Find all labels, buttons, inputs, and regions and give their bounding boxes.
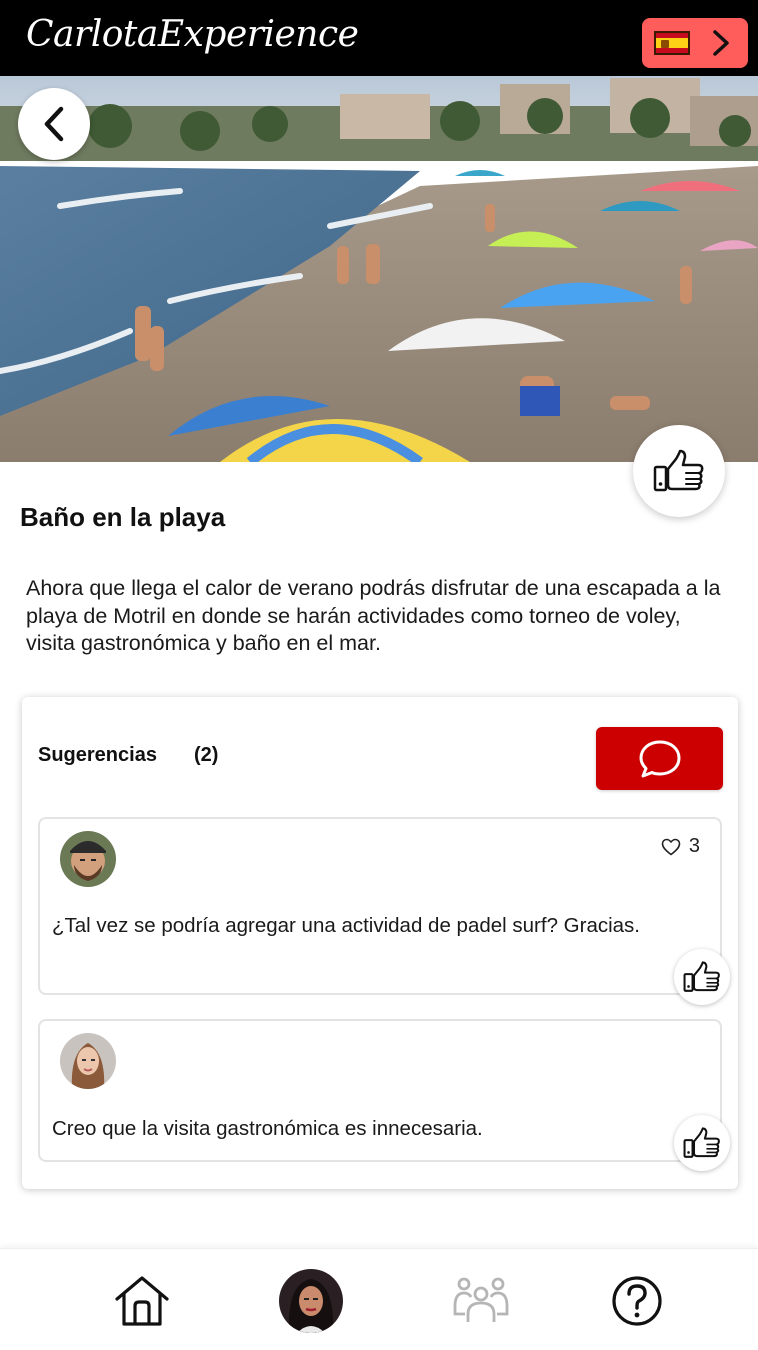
thumbs-up-icon xyxy=(683,961,720,992)
suggestion-text: Creo que la visita gastronómica es innec… xyxy=(52,1117,483,1140)
avatar[interactable] xyxy=(60,831,116,887)
avatar xyxy=(279,1269,343,1333)
thumbs-up-icon xyxy=(683,1127,720,1158)
top-header: CarlotaExperience xyxy=(0,0,758,76)
like-activity-button[interactable] xyxy=(633,425,725,517)
bottom-navigation xyxy=(0,1248,758,1350)
like-suggestion-button[interactable] xyxy=(674,949,730,1005)
nav-help-button[interactable] xyxy=(605,1269,669,1333)
home-icon xyxy=(115,1276,169,1326)
speech-bubble-icon xyxy=(639,740,680,777)
nav-home-button[interactable] xyxy=(110,1269,174,1333)
suggestion-item: 3 ¿Tal vez se podría agregar una activid… xyxy=(38,817,730,1005)
hero-image xyxy=(0,76,758,462)
language-button[interactable] xyxy=(642,18,748,68)
suggestion-text: ¿Tal vez se podría agregar una actividad… xyxy=(52,914,640,937)
nav-groups-button[interactable] xyxy=(449,1269,513,1333)
brand-logo: CarlotaExperience xyxy=(26,14,359,55)
activity-title: Baño en la playa xyxy=(20,502,226,532)
chevron-left-icon xyxy=(44,106,64,142)
add-suggestion-button[interactable] xyxy=(596,727,723,790)
thumbs-up-icon xyxy=(653,449,704,492)
help-icon xyxy=(612,1276,662,1326)
likes-count: 3 xyxy=(688,835,700,857)
back-button[interactable] xyxy=(18,88,90,160)
spain-flag-icon xyxy=(654,31,690,55)
activity-description: Ahora que llega el calor de verano podrá… xyxy=(26,576,721,655)
nav-profile-avatar[interactable] xyxy=(279,1269,343,1333)
chevron-right-icon xyxy=(713,30,729,56)
heart-icon xyxy=(661,838,681,855)
suggestion-item: Creo que la visita gastronómica es innec… xyxy=(38,1019,730,1171)
group-icon xyxy=(453,1277,509,1322)
app-screen: CarlotaExperience Baño en la playa Ahora… xyxy=(0,0,758,1350)
suggestions-title: Sugerencias xyxy=(38,744,157,766)
likes-counter[interactable]: 3 xyxy=(661,835,700,858)
suggestions-card: Sugerencias (2) 3 ¿Tal vez se podría agr… xyxy=(22,697,738,1189)
like-suggestion-button[interactable] xyxy=(674,1115,730,1171)
avatar[interactable] xyxy=(60,1033,116,1089)
suggestions-count: (2) xyxy=(194,744,219,766)
